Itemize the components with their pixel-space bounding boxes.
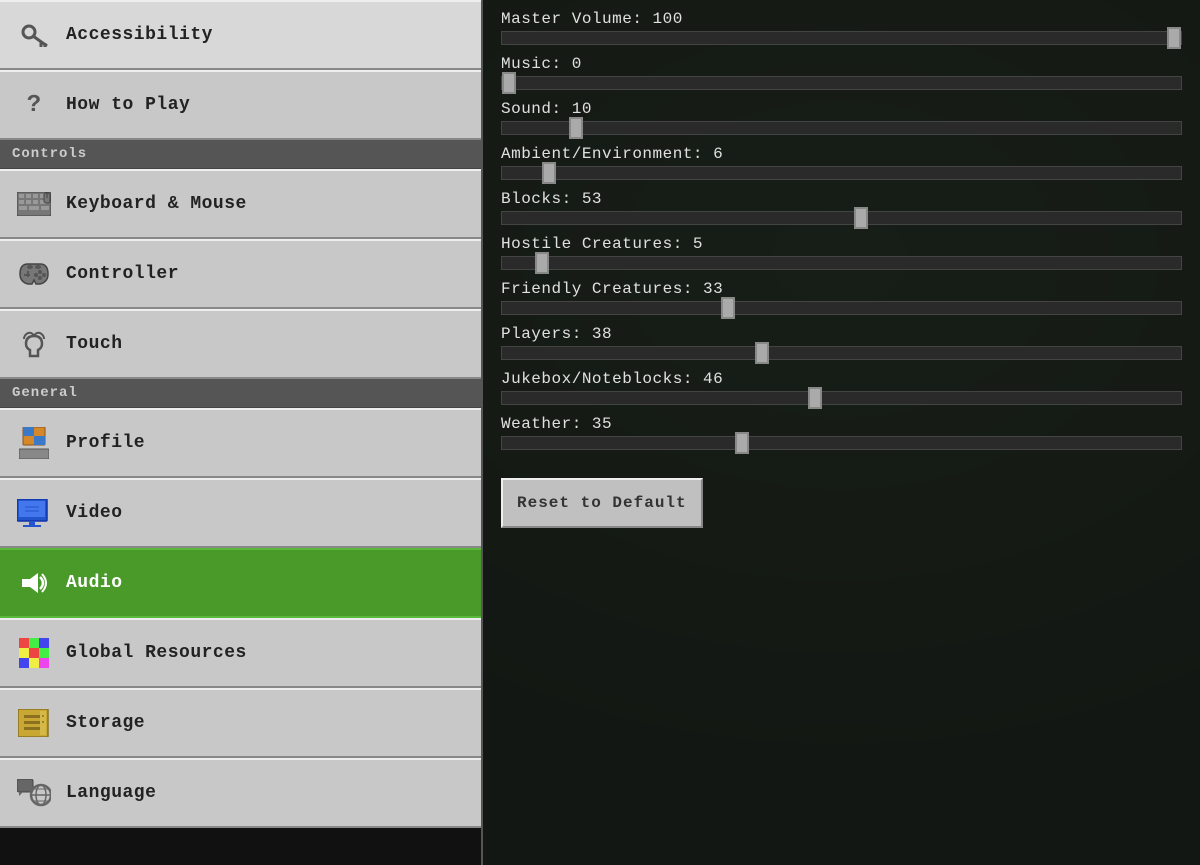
slider-label-blocks: Blocks: 53 [501,190,1182,208]
sidebar-label-language: Language [66,783,156,803]
slider-row-jukebox-noteblocks: Jukebox/Noteblocks: 46 [501,370,1182,405]
slider-input-sound[interactable] [501,121,1182,135]
slider-label-players: Players: 38 [501,325,1182,343]
slider-label-hostile-creatures: Hostile Creatures: 5 [501,235,1182,253]
slider-label-weather: Weather: 35 [501,415,1182,433]
reset-button-container: Reset to Default [501,468,1182,528]
sidebar-item-controller[interactable]: Controller [0,239,481,309]
profile-icon [16,425,52,461]
slider-row-hostile-creatures: Hostile Creatures: 5 [501,235,1182,270]
sidebar-label-touch: Touch [66,334,123,354]
sidebar-label-global-resources: Global Resources [66,643,247,663]
sidebar-item-video[interactable]: Video [0,478,481,548]
main-audio-panel: Master Volume: 100 Music: 0 Sound: 10 Ambie… [483,0,1200,865]
audio-icon [16,565,52,601]
slider-label-sound: Sound: 10 [501,100,1182,118]
slider-row-weather: Weather: 35 [501,415,1182,450]
slider-input-hostile-creatures[interactable] [501,256,1182,270]
sidebar-label-profile: Profile [66,433,145,453]
slider-row-master-volume: Master Volume: 100 [501,10,1182,45]
sidebar-label-controller: Controller [66,264,179,284]
sidebar-label-accessibility: Accessibility [66,25,213,45]
sidebar: Accessibility ? How to Play Controls [0,0,483,865]
sidebar-label-keyboard-mouse: Keyboard & Mouse [66,194,247,214]
global-resources-icon [16,635,52,671]
sidebar-item-keyboard-mouse[interactable]: Keyboard & Mouse [0,169,481,239]
storage-icon [16,705,52,741]
slider-label-ambient-environment: Ambient/Environment: 6 [501,145,1182,163]
slider-row-music: Music: 0 [501,55,1182,90]
sidebar-item-global-resources[interactable]: Global Resources [0,618,481,688]
slider-label-jukebox-noteblocks: Jukebox/Noteblocks: 46 [501,370,1182,388]
slider-row-ambient-environment: Ambient/Environment: 6 [501,145,1182,180]
slider-row-friendly-creatures: Friendly Creatures: 33 [501,280,1182,315]
sidebar-item-language[interactable]: Language [0,758,481,828]
controller-icon [16,256,52,292]
sidebar-label-how-to-play: How to Play [66,95,190,115]
general-section-header: General [0,379,481,408]
slider-input-blocks[interactable] [501,211,1182,225]
slider-input-ambient-environment[interactable] [501,166,1182,180]
slider-input-friendly-creatures[interactable] [501,301,1182,315]
sidebar-item-touch[interactable]: Touch [0,309,481,379]
sidebar-item-profile[interactable]: Profile [0,408,481,478]
slider-input-jukebox-noteblocks[interactable] [501,391,1182,405]
reset-to-default-button[interactable]: Reset to Default [501,478,703,528]
sidebar-item-audio[interactable]: Audio [0,548,481,618]
language-icon [16,775,52,811]
slider-row-sound: Sound: 10 [501,100,1182,135]
sidebar-label-audio: Audio [66,573,123,593]
question-icon: ? [16,87,52,123]
sidebar-item-how-to-play[interactable]: ? How to Play [0,70,481,140]
slider-label-music: Music: 0 [501,55,1182,73]
key-icon [16,17,52,53]
sidebar-item-storage[interactable]: Storage [0,688,481,758]
slider-label-friendly-creatures: Friendly Creatures: 33 [501,280,1182,298]
slider-input-master-volume[interactable] [501,31,1182,45]
sidebar-label-video: Video [66,503,123,523]
slider-row-blocks: Blocks: 53 [501,190,1182,225]
keyboard-icon [16,186,52,222]
slider-input-players[interactable] [501,346,1182,360]
video-icon [16,495,52,531]
controls-section-header: Controls [0,140,481,169]
sidebar-label-storage: Storage [66,713,145,733]
slider-input-weather[interactable] [501,436,1182,450]
slider-input-music[interactable] [501,76,1182,90]
sidebar-item-accessibility[interactable]: Accessibility [0,0,481,70]
touch-icon [16,326,52,362]
slider-label-master-volume: Master Volume: 100 [501,10,1182,28]
slider-row-players: Players: 38 [501,325,1182,360]
